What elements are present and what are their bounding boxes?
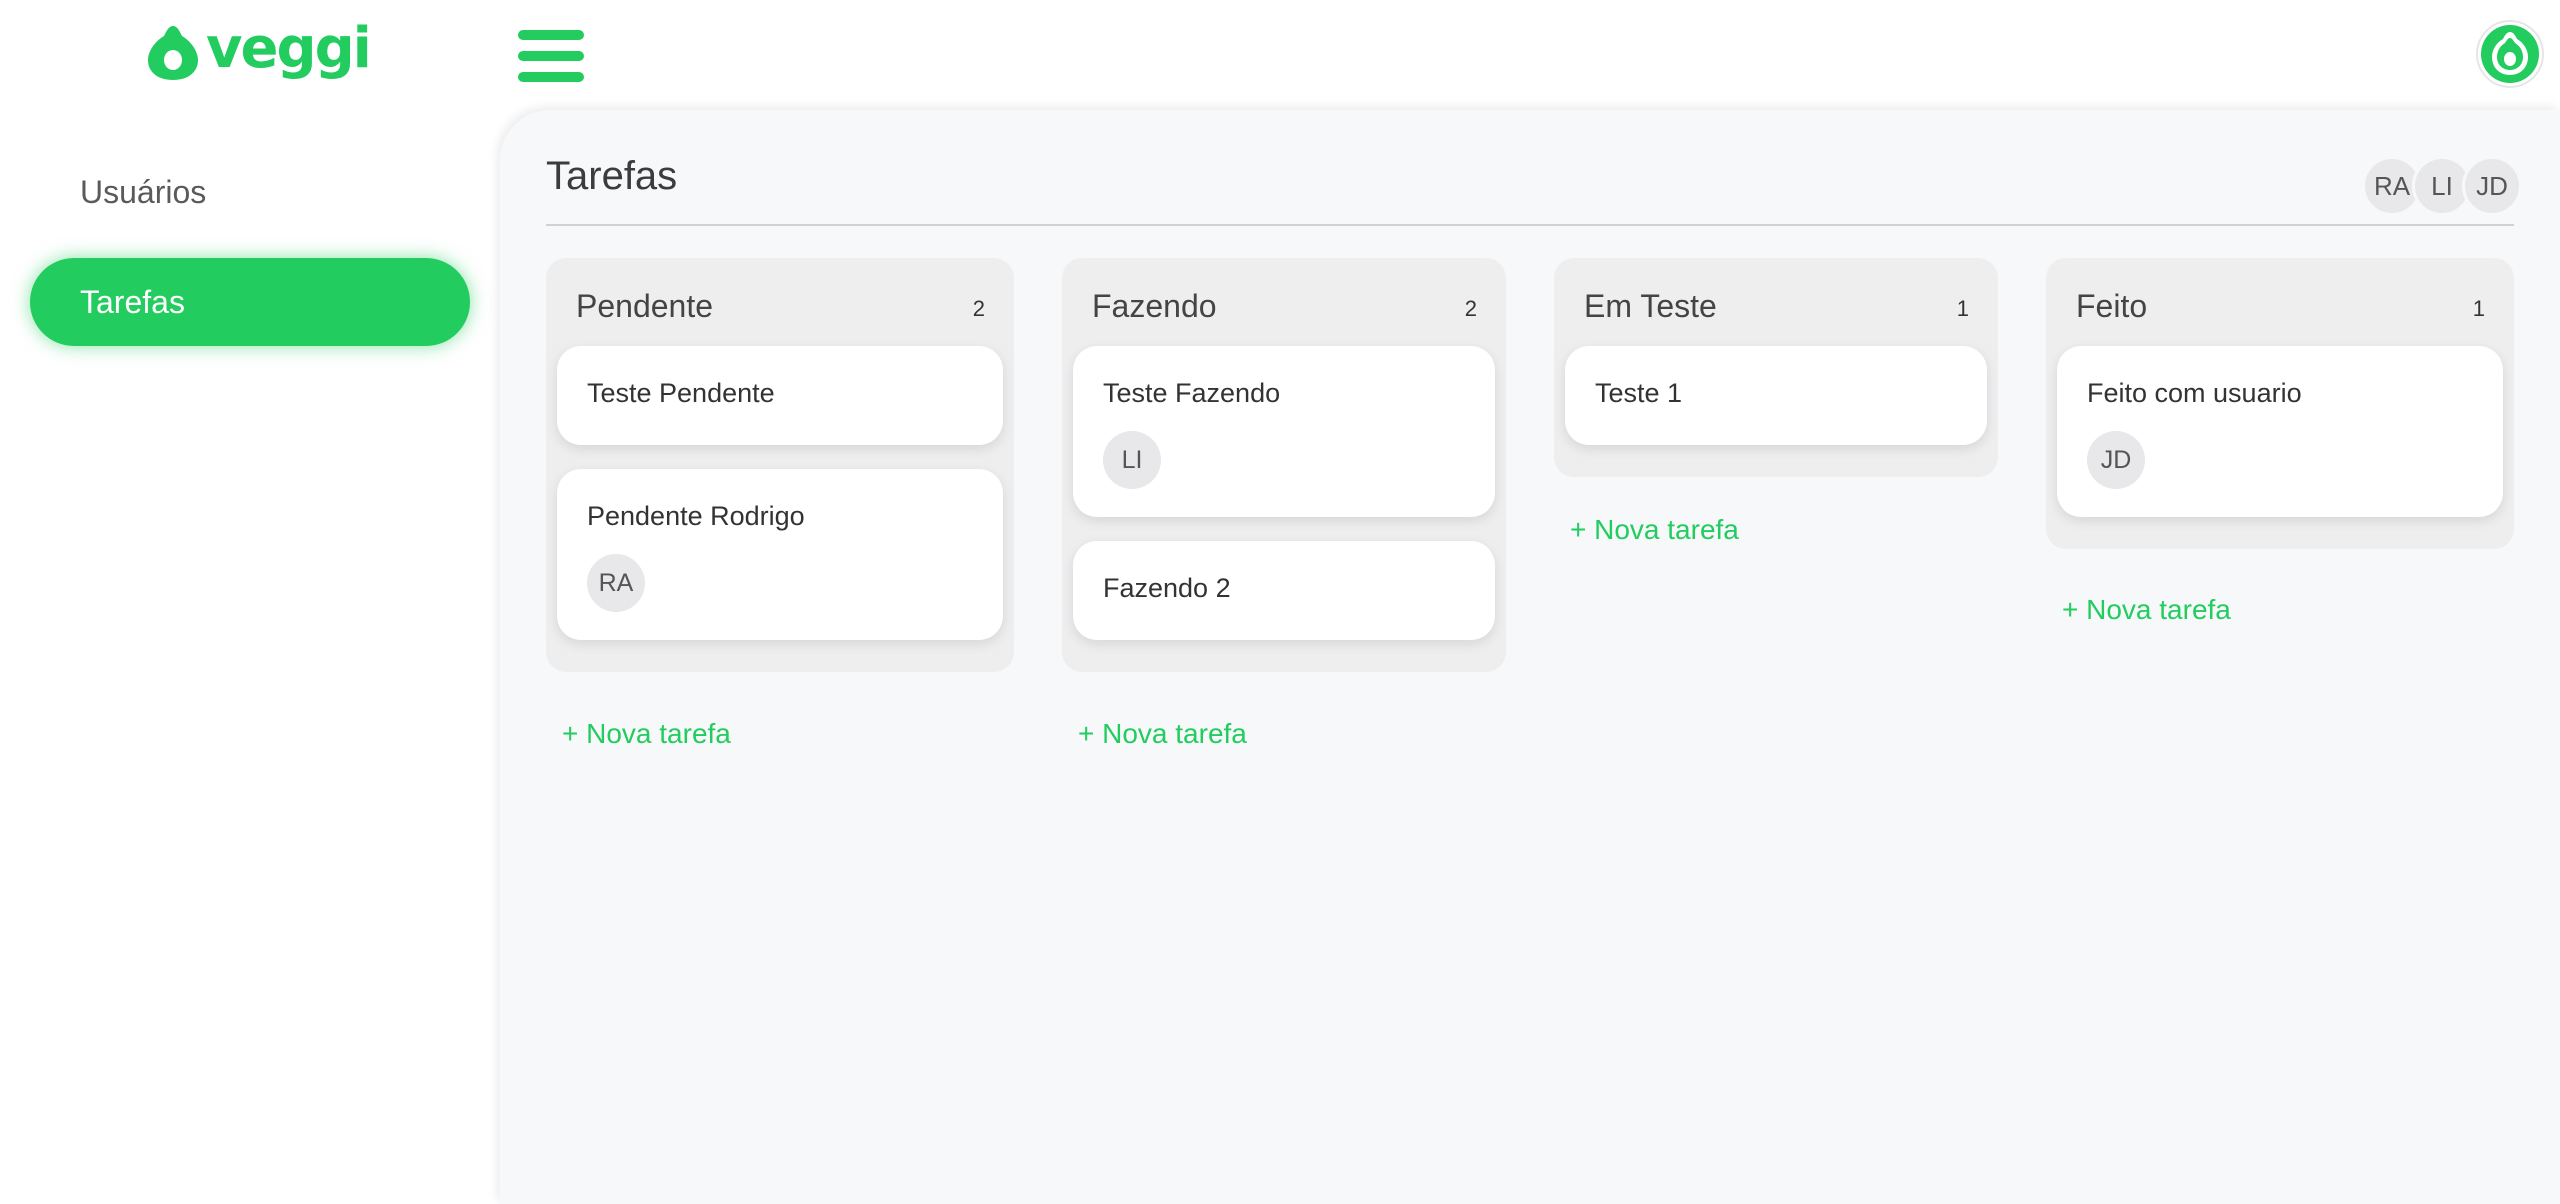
column-count: 1 <box>1956 296 1969 321</box>
avocado-icon <box>2481 25 2539 83</box>
sidebar: Usuários Tarefas <box>0 110 500 1204</box>
task-card[interactable]: Feito com usuario JD <box>2057 346 2503 517</box>
page-title: Tarefas <box>546 154 678 198</box>
avatar: JD <box>2087 431 2145 489</box>
task-card[interactable]: Teste 1 <box>1565 346 1987 445</box>
board-column-feito: Feito 1 Feito com usuario JD <box>2046 258 2514 549</box>
avatar: LI <box>1103 431 1161 489</box>
column-title: Fazendo <box>1092 288 1217 324</box>
main-panel: Tarefas RA LI JD Pendente 2 Teste Penden… <box>500 110 2560 1204</box>
menu-line <box>518 30 584 40</box>
task-card[interactable]: Teste Pendente <box>557 346 1003 445</box>
column-title: Em Teste <box>1584 288 1717 324</box>
column-count: 1 <box>2472 296 2485 321</box>
task-card[interactable]: Fazendo 2 <box>1073 541 1495 640</box>
board-column-pendente: Pendente 2 Teste Pendente Pendente Rodri… <box>546 258 1014 672</box>
column-count: 2 <box>972 296 985 321</box>
hamburger-menu-icon[interactable] <box>518 30 584 82</box>
new-task-button[interactable]: + Nova tarefa <box>1078 718 1247 750</box>
avocado-icon <box>148 26 198 80</box>
column-header: Feito 1 <box>2057 270 2503 346</box>
menu-line <box>518 51 584 61</box>
brand-name: veggi <box>206 16 372 81</box>
new-task-button[interactable]: + Nova tarefa <box>1570 514 1739 546</box>
top-bar: veggi <box>0 0 2560 110</box>
column-title: Feito <box>2076 288 2148 324</box>
avatar[interactable]: JD <box>2462 156 2522 216</box>
column-header: Pendente 2 <box>557 270 1003 346</box>
avatar: RA <box>587 554 645 612</box>
member-avatars: RA LI JD <box>2362 156 2522 216</box>
sidebar-item-label: Usuários <box>80 173 207 210</box>
task-card[interactable]: Pendente Rodrigo RA <box>557 469 1003 640</box>
column-header: Em Teste 1 <box>1565 270 1987 346</box>
task-title: Fazendo 2 <box>1103 573 1231 603</box>
task-title: Teste Pendente <box>587 378 775 408</box>
sidebar-item-label: Tarefas <box>80 283 185 320</box>
column-header: Fazendo 2 <box>1073 270 1495 346</box>
task-title: Teste Fazendo <box>1103 378 1281 408</box>
new-task-button[interactable]: + Nova tarefa <box>2062 594 2231 626</box>
menu-line <box>518 72 584 82</box>
column-title: Pendente <box>576 288 714 324</box>
task-card[interactable]: Teste Fazendo LI <box>1073 346 1495 517</box>
title-divider <box>546 224 2514 226</box>
task-title: Pendente Rodrigo <box>587 501 805 531</box>
new-task-button[interactable]: + Nova tarefa <box>562 718 731 750</box>
brand-logo[interactable]: veggi <box>146 16 372 84</box>
user-avatar[interactable] <box>2476 20 2544 88</box>
task-title: Feito com usuario <box>2087 378 2302 408</box>
sidebar-item-tarefas[interactable]: Tarefas <box>30 258 470 346</box>
column-count: 2 <box>1464 296 1477 321</box>
sidebar-item-usuarios[interactable]: Usuários <box>30 148 470 236</box>
board-column-em-teste: Em Teste 1 Teste 1 <box>1554 258 1998 477</box>
board-column-fazendo: Fazendo 2 Teste Fazendo LI Fazendo 2 <box>1062 258 1506 672</box>
task-title: Teste 1 <box>1595 378 1683 408</box>
